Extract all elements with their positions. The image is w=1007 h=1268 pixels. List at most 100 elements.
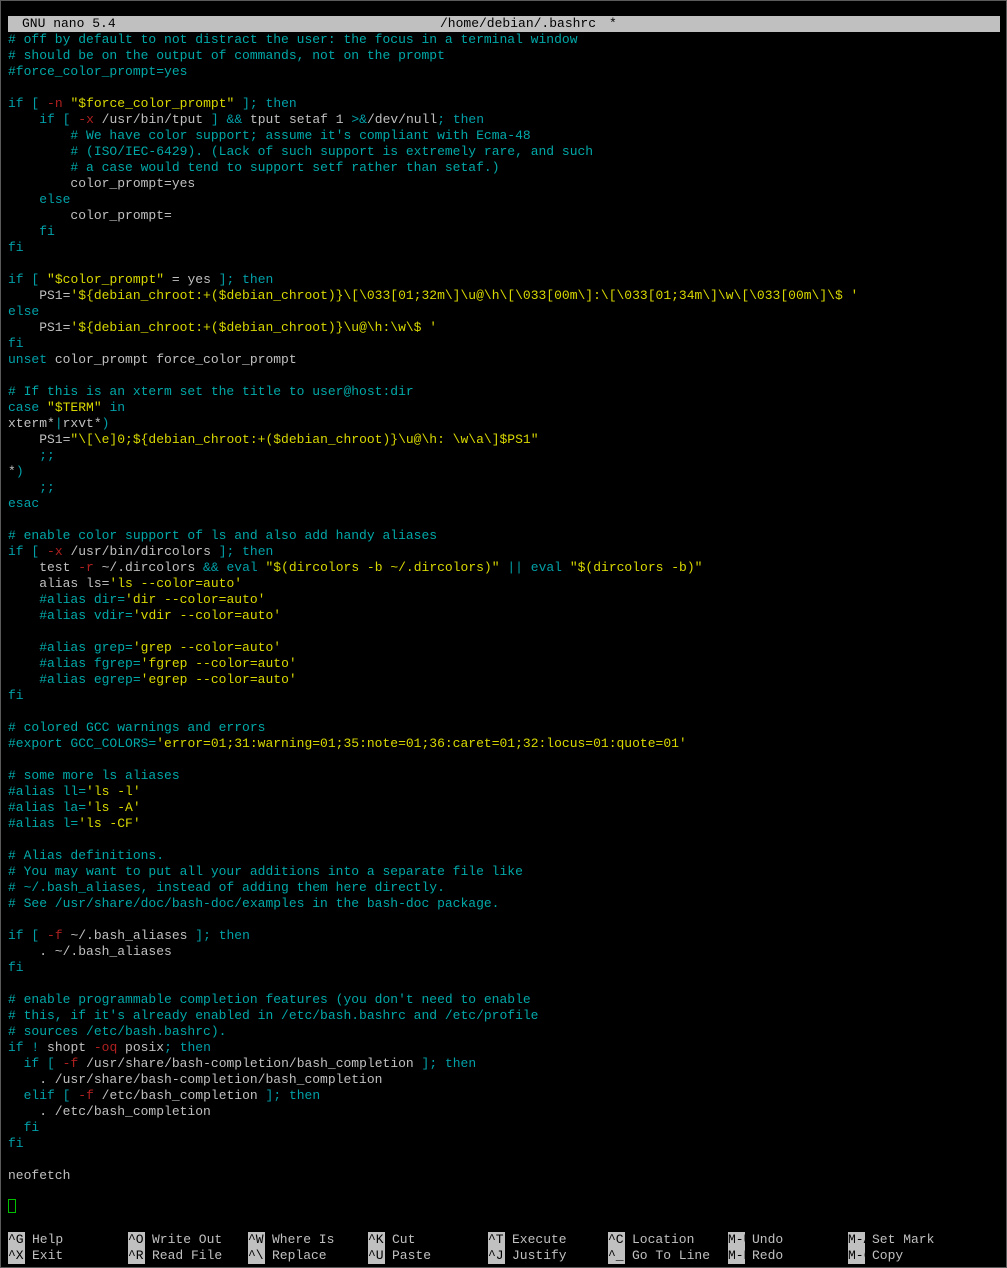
shortcut-key: ^_ — [608, 1248, 625, 1264]
shortcut-replace[interactable]: ^\ Replace — [248, 1248, 327, 1264]
code-token: fi — [23, 1120, 40, 1135]
shortcut-where-is[interactable]: ^W Where Is — [248, 1232, 334, 1248]
shortcut-key: ^W — [248, 1232, 265, 1248]
code-token: . /etc/bash_completion — [8, 1104, 211, 1119]
code-token: 'ls -l' — [86, 784, 141, 799]
code-token: -x — [47, 544, 63, 559]
shortcut-execute[interactable]: ^T Execute — [488, 1232, 567, 1248]
code-token: ) — [15, 464, 24, 479]
code-token: then — [242, 272, 274, 287]
code-token: #alias egrep= — [39, 672, 141, 687]
shortcut-redo[interactable]: M-ERedo — [728, 1248, 783, 1264]
shortcut-label: Set Mark — [872, 1232, 935, 1247]
file-path: /home/debian/.bashrc — [440, 16, 597, 31]
shortcut-read-file[interactable]: ^R Read File — [128, 1248, 222, 1264]
code-token: posix — [117, 1040, 165, 1055]
code-token: #alias fgrep= — [39, 656, 141, 671]
code-token: # See /usr/share/doc/bash-doc/examples i… — [8, 896, 500, 911]
shortcut-location[interactable]: ^C Location — [608, 1232, 694, 1248]
code-line: fi — [8, 960, 1000, 976]
code-line: fi — [8, 1136, 1000, 1152]
shortcut-help[interactable]: ^G Help — [8, 1232, 63, 1248]
shortcut-key: ^X — [8, 1248, 25, 1264]
shortcut-label: Write Out — [152, 1232, 223, 1247]
code-token: # enable programmable completion feature… — [8, 992, 531, 1007]
shortcut-write-out[interactable]: ^O Write Out — [128, 1232, 222, 1248]
shortcut-key: M-U — [728, 1232, 752, 1248]
code-token: ; — [437, 112, 445, 127]
shortcut-paste[interactable]: ^U Paste — [368, 1248, 431, 1264]
code-token: 'ls --color=auto' — [109, 576, 243, 591]
code-line: #alias l='ls -CF' — [8, 816, 1000, 832]
code-token: ]; — [218, 544, 235, 559]
code-token: # We have color support; assume it's com… — [70, 128, 531, 143]
code-token: ; — [164, 1040, 172, 1055]
code-token: . /usr/share/bash-completion/bash_comple… — [8, 1072, 383, 1087]
code-token: | — [54, 416, 63, 431]
shortcut-justify[interactable]: ^J Justify — [488, 1248, 567, 1264]
code-token: >& — [351, 112, 367, 127]
code-token: -f — [62, 1056, 79, 1071]
shortcut-exit[interactable]: ^X Exit — [8, 1248, 63, 1264]
shortcut-copy[interactable]: M-6Copy — [848, 1248, 903, 1264]
code-token: elif — [23, 1088, 55, 1103]
code-token: else — [8, 304, 40, 319]
code-token: #alias ll= — [8, 784, 87, 799]
code-token: ]; — [265, 1088, 282, 1103]
code-line: # enable programmable completion feature… — [8, 992, 1000, 1008]
code-token: color_prompt force_color_prompt — [47, 352, 297, 367]
code-line: color_prompt= — [8, 208, 1000, 224]
code-token: # colored GCC warnings and errors — [8, 720, 266, 735]
code-line: if [ -n "$force_color_prompt" ]; then — [8, 96, 1000, 112]
code-line: unset color_prompt force_color_prompt — [8, 352, 1000, 368]
editor-text-area[interactable]: # off by default to not distract the use… — [8, 32, 1000, 1217]
nano-version: GNU nano 5.4 — [22, 16, 116, 31]
code-token: -f — [78, 1088, 94, 1103]
code-token: then — [179, 1040, 211, 1055]
shortcut-set-mark[interactable]: M-ASet Mark — [848, 1232, 934, 1248]
code-token: shopt — [39, 1040, 94, 1055]
code-token: fi — [8, 240, 24, 255]
shortcut-label: Copy — [872, 1248, 904, 1263]
shortcut-key: ^T — [488, 1232, 505, 1248]
code-token: #alias la= — [8, 800, 87, 815]
code-line: if [ -x /usr/bin/dircolors ]; then — [8, 544, 1000, 560]
code-token: # If this is an xterm set the title to u… — [8, 384, 414, 399]
shortcut-key: ^K — [368, 1232, 385, 1248]
code-token: || — [507, 560, 523, 575]
code-line: if [ "$color_prompt" = yes ]; then — [8, 272, 1000, 288]
shortcut-key: ^J — [488, 1248, 505, 1264]
code-token: /usr/share/bash-completion/bash_completi… — [78, 1056, 422, 1071]
shortcut-cut[interactable]: ^K Cut — [368, 1232, 415, 1248]
terminal-window: GNU nano 5.4 /home/debian/.bashrc * # of… — [0, 0, 1007, 1268]
shortcut-go-to-line[interactable]: ^_ Go To Line — [608, 1248, 710, 1264]
code-token: . ~/.bash_aliases — [8, 944, 172, 959]
code-line: color_prompt=yes — [8, 176, 1000, 192]
code-token: PS1= — [8, 432, 71, 447]
code-token: test — [8, 560, 79, 575]
shortcut-key: M-A — [848, 1232, 872, 1248]
code-token: # should be on the output of commands, n… — [8, 48, 445, 63]
code-line: # a case would tend to support setf rath… — [8, 160, 1000, 176]
code-token: -x — [78, 112, 94, 127]
code-token: -n — [47, 96, 63, 111]
code-token: && — [203, 560, 219, 575]
code-token: if — [23, 1056, 40, 1071]
shortcut-label: Undo — [752, 1232, 784, 1247]
shortcut-label: Redo — [752, 1248, 784, 1263]
shortcut-undo[interactable]: M-UUndo — [728, 1232, 783, 1248]
code-token: && — [226, 112, 243, 127]
